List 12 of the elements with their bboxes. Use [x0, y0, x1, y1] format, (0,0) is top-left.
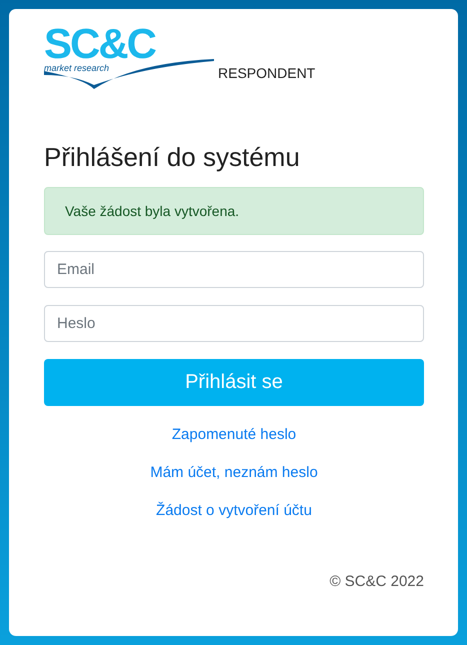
login-button[interactable]: Přihlásit se: [44, 359, 424, 406]
portal-label: RESPONDENT: [218, 65, 316, 81]
email-field[interactable]: Email: [44, 251, 424, 288]
text-link[interactable]: Žádost o vytvoření účtu: [156, 502, 312, 519]
text-link[interactable]: Zapomenuté heslo: [172, 426, 296, 443]
logo-tagline: market research: [44, 63, 110, 73]
text-link[interactable]: Mám účet, neznám heslo: [150, 464, 318, 481]
page-heading: Přihlášení do systému: [44, 142, 301, 173]
copyright-text: © SC&C 2022: [330, 573, 424, 590]
password-field[interactable]: Heslo: [44, 305, 424, 342]
logo-text: SC&C: [44, 28, 156, 60]
success-alert: Vaše žádost byla vytvořena.: [44, 187, 424, 235]
